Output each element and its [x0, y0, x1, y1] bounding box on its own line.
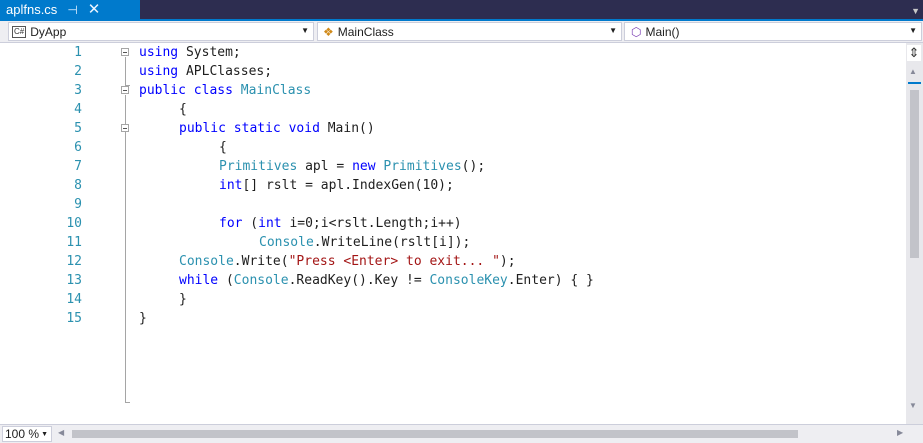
line-number: 5	[74, 121, 82, 136]
code-line: 8 int[] rslt = apl.IndexGen(10);	[0, 176, 906, 195]
chevron-down-icon: ▼	[41, 431, 48, 438]
code-text: Primitives apl = new Primitives();	[219, 159, 486, 174]
code-line: 3 public class MainClass	[0, 81, 906, 100]
scroll-up-icon[interactable]: ▲	[909, 67, 917, 76]
line-number: 10	[66, 216, 82, 231]
code-text: {	[179, 102, 187, 117]
code-line: 5 public static void Main()	[0, 119, 906, 138]
line-number: 14	[66, 292, 82, 307]
method-icon: ⬡	[631, 24, 642, 39]
code-line: 2 using APLClasses;	[0, 62, 906, 81]
code-line: 15 }	[0, 309, 906, 328]
line-number: 7	[74, 159, 82, 174]
line-number: 3	[74, 83, 82, 98]
member-dropdown[interactable]: ⬡ Main() ▼	[624, 22, 922, 41]
code-line: 4 {	[0, 100, 906, 119]
code-text: int[] rslt = apl.IndexGen(10);	[219, 178, 454, 193]
class-dropdown[interactable]: ❖ MainClass ▼	[317, 22, 622, 41]
document-tab[interactable]: aplfns.cs ⊣ ✕	[0, 0, 140, 19]
line-number: 4	[74, 102, 82, 117]
csharp-project-icon: C#	[12, 25, 27, 38]
code-text: for (int i=0;i<rslt.Length;i++)	[219, 216, 462, 231]
class-label: MainClass	[337, 24, 394, 39]
line-number: 8	[74, 178, 82, 193]
pin-icon[interactable]: ⊣	[67, 3, 77, 17]
code-line: 1 using System;	[0, 43, 906, 62]
scroll-right-icon[interactable]: ▶	[897, 428, 903, 437]
code-line: 11 Console.WriteLine(rslt[i]);	[0, 233, 906, 252]
zoom-level: 100 %	[5, 427, 40, 441]
line-number: 9	[74, 197, 82, 212]
code-text: Console.Write("Press <Enter> to exit... …	[179, 254, 516, 269]
vertical-scrollbar[interactable]: ⇕ ▲ ▼	[906, 43, 923, 424]
code-line: 13 while (Console.ReadKey().Key != Conso…	[0, 271, 906, 290]
code-text: }	[139, 311, 147, 326]
line-number: 1	[74, 45, 82, 60]
tab-overflow-dropdown-icon[interactable]: ▼	[911, 6, 920, 16]
code-line: 7 Primitives apl = new Primitives();	[0, 157, 906, 176]
line-number: 6	[74, 140, 82, 155]
code-text: public static void Main()	[179, 121, 375, 136]
code-editor[interactable]: 1 using System; 2 using APLClasses; 3 pu…	[0, 43, 906, 424]
code-text: {	[219, 140, 227, 155]
chevron-down-icon: ▼	[909, 26, 917, 35]
collapse-toggle-icon[interactable]	[121, 48, 129, 56]
chevron-down-icon: ▼	[301, 26, 309, 35]
code-text: using System;	[139, 45, 241, 60]
code-line: 6 {	[0, 138, 906, 157]
navigation-bar: C# DyApp ▼ ❖ MainClass ▼ ⬡ Main() ▼	[0, 21, 923, 43]
scroll-down-icon[interactable]: ▼	[909, 401, 917, 410]
code-text: Console.WriteLine(rslt[i]);	[259, 235, 471, 250]
code-line: 12 Console.Write("Press <Enter> to exit.…	[0, 252, 906, 271]
line-number: 11	[66, 235, 82, 250]
code-line: 10 for (int i=0;i<rslt.Length;i++)	[0, 214, 906, 233]
collapse-toggle-icon[interactable]	[121, 124, 129, 132]
outline-guide-end	[125, 402, 130, 403]
line-number: 13	[66, 273, 82, 288]
vertical-scroll-thumb[interactable]	[910, 90, 919, 258]
caret-position-marker	[908, 82, 921, 84]
member-label: Main()	[645, 24, 680, 39]
project-dropdown[interactable]: C# DyApp ▼	[8, 22, 314, 41]
scroll-left-icon[interactable]: ◀	[58, 428, 64, 437]
horizontal-scroll-thumb[interactable]	[72, 430, 798, 438]
line-number: 15	[66, 311, 82, 326]
code-text: using APLClasses;	[139, 64, 273, 79]
code-line: 9	[0, 195, 906, 214]
project-label: DyApp	[30, 24, 67, 39]
code-line: 14 }	[0, 290, 906, 309]
close-icon[interactable]: ✕	[88, 2, 101, 17]
line-number: 2	[74, 64, 82, 79]
line-number: 12	[66, 254, 82, 269]
code-text: public class MainClass	[139, 83, 312, 98]
class-icon: ❖	[323, 24, 334, 39]
tab-filename: aplfns.cs	[6, 2, 58, 17]
editor-bottom-bar: 100 % ▼ ◀ ▶	[0, 424, 923, 443]
collapse-toggle-icon[interactable]	[121, 86, 129, 94]
split-editor-icon[interactable]: ⇕	[907, 45, 921, 61]
zoom-dropdown[interactable]: 100 % ▼	[2, 426, 52, 442]
code-text: }	[179, 292, 187, 307]
document-tab-bar: aplfns.cs ⊣ ✕ ▼	[0, 0, 923, 21]
chevron-down-icon: ▼	[609, 26, 617, 35]
code-text: while (Console.ReadKey().Key != ConsoleK…	[179, 273, 594, 288]
